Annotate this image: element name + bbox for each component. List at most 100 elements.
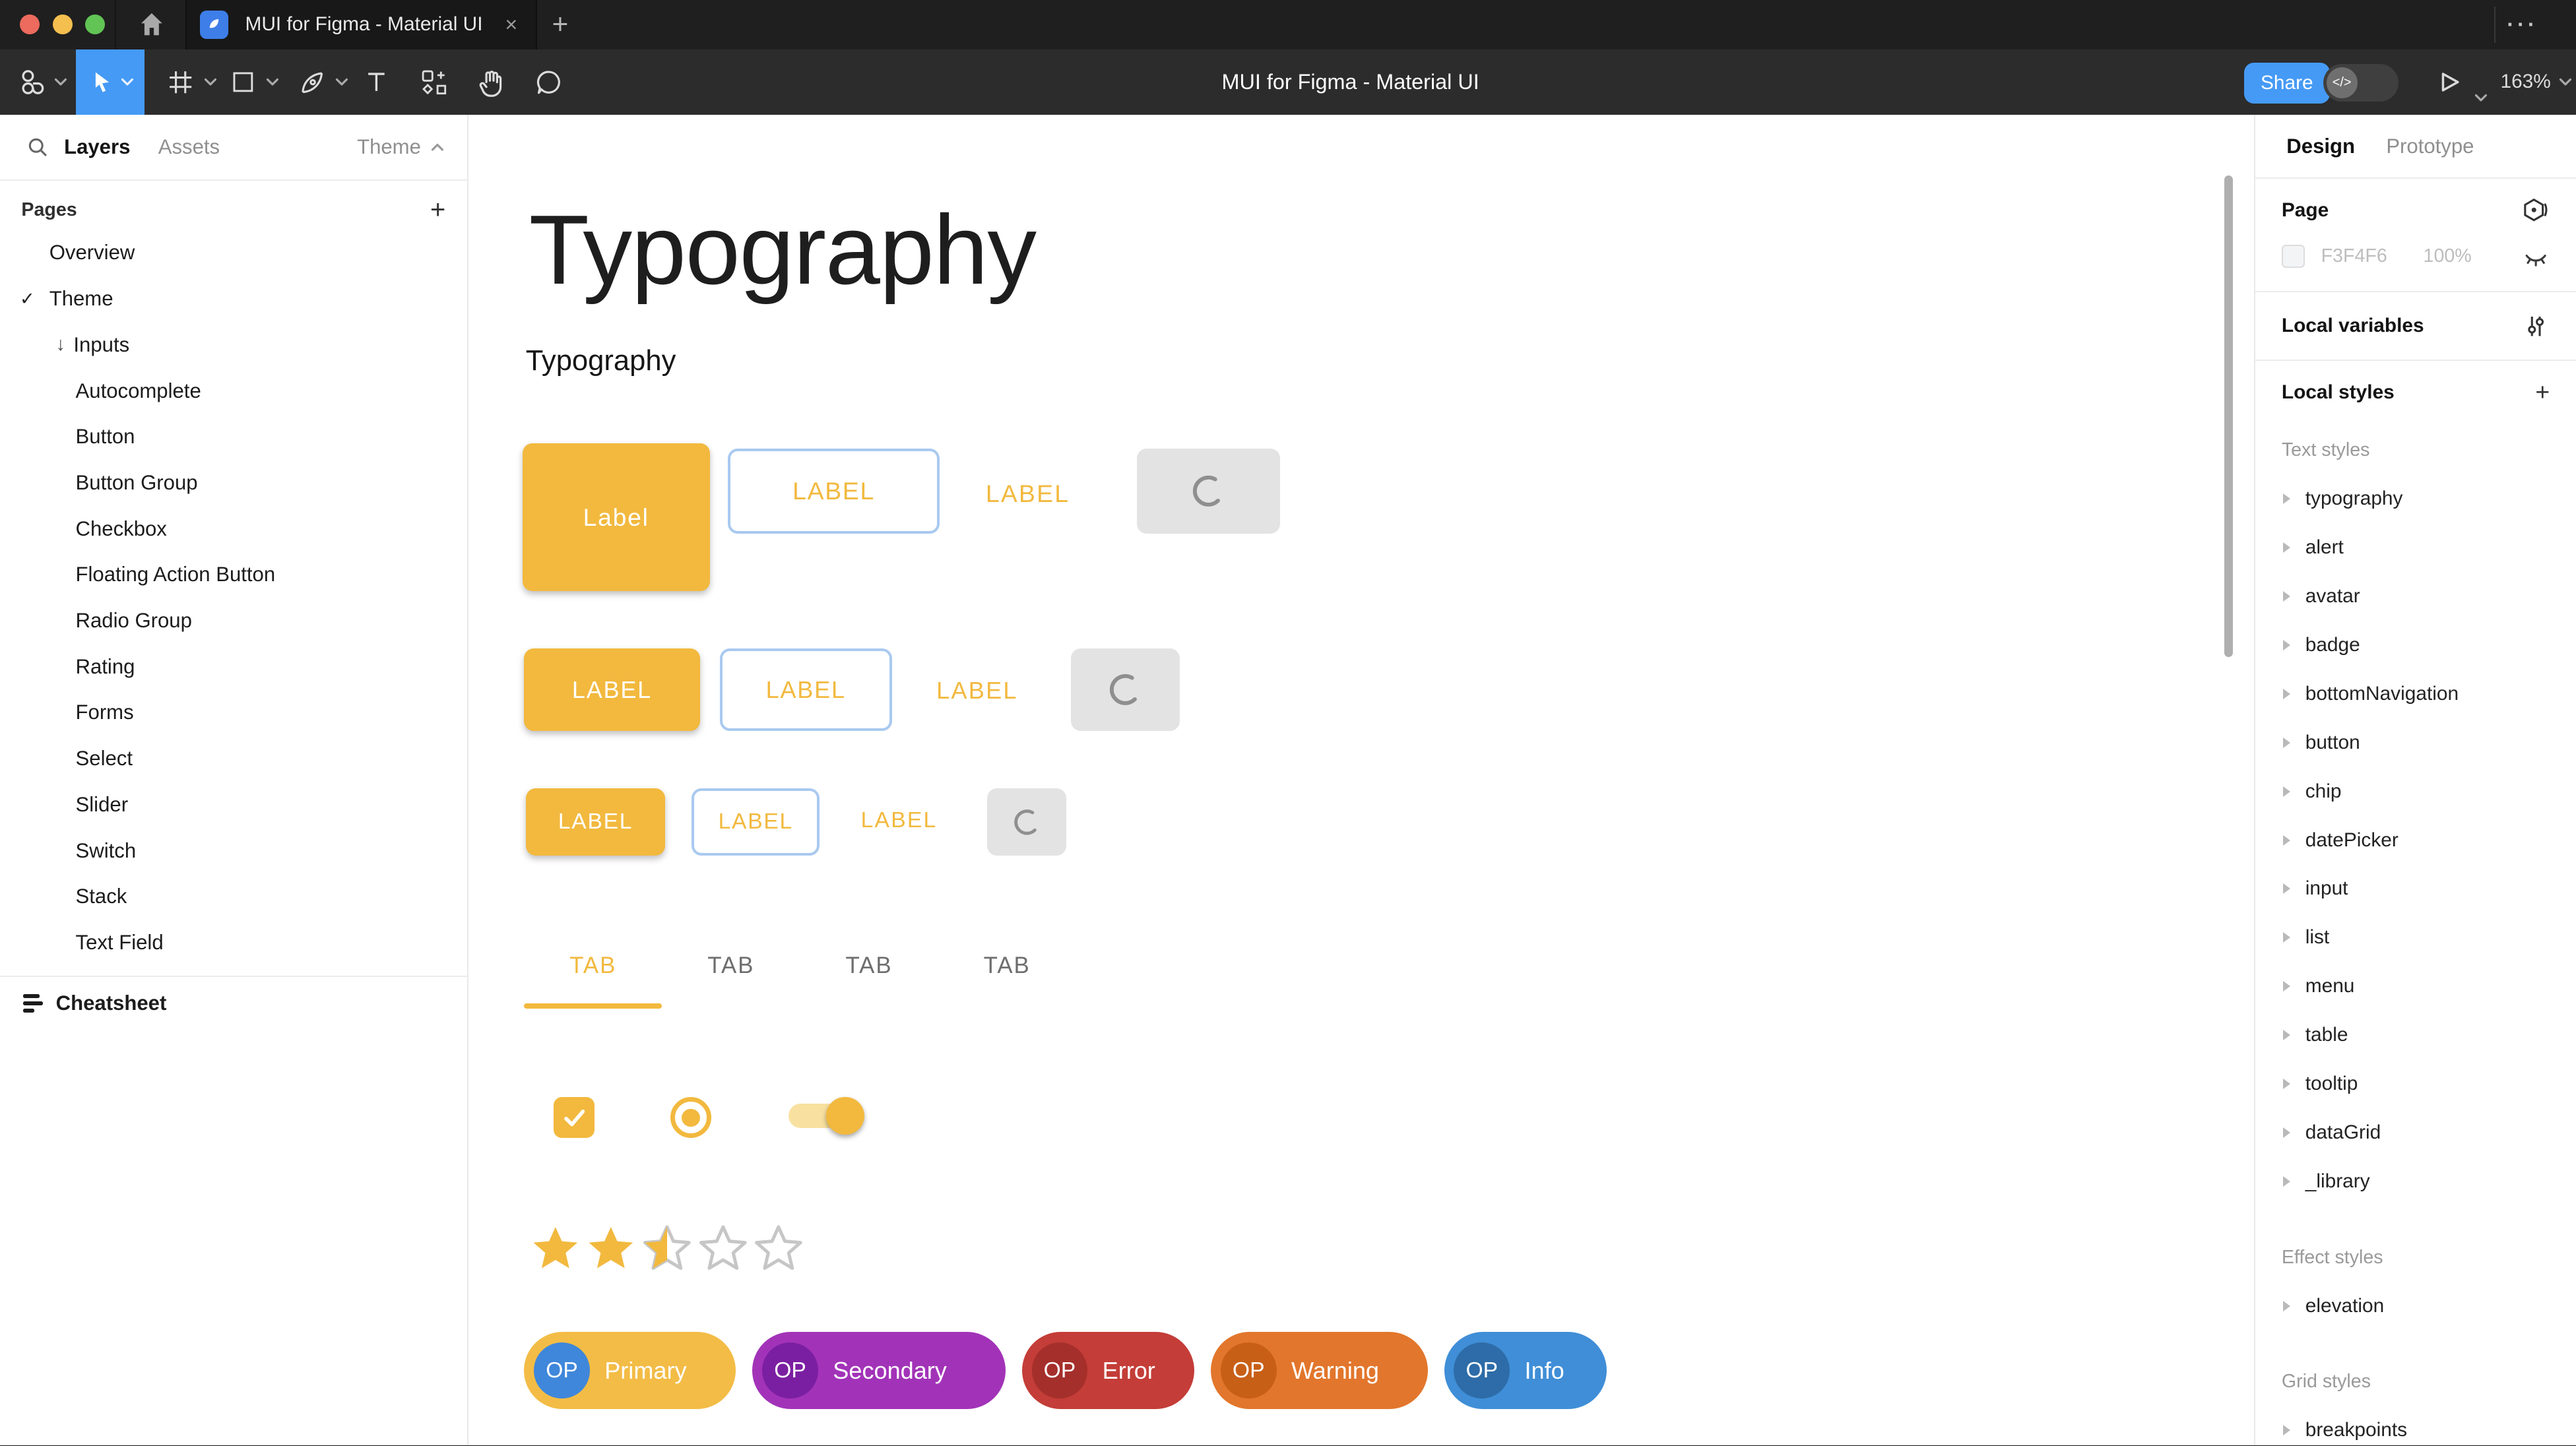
checkbox-checked[interactable] xyxy=(554,1097,595,1138)
star-empty-icon[interactable] xyxy=(752,1222,805,1274)
text-button-medium[interactable]: LABEL xyxy=(936,677,1018,705)
shape-tool-chevron[interactable] xyxy=(263,49,282,115)
variables-icon[interactable] xyxy=(2522,312,2550,340)
outlined-button-medium[interactable]: LABEL xyxy=(720,648,892,730)
expand-chevron-icon[interactable] xyxy=(2283,1176,2290,1187)
style-tooltip[interactable]: tooltip xyxy=(2255,1059,2576,1108)
text-button-large[interactable]: LABEL xyxy=(986,480,1070,508)
style-breakpoints[interactable]: breakpoints xyxy=(2255,1406,2576,1445)
expand-chevron-icon[interactable] xyxy=(2283,981,2290,991)
text-button-small[interactable]: LABEL xyxy=(861,808,938,833)
tab-prototype[interactable]: Prototype xyxy=(2386,135,2474,158)
style-input[interactable]: input xyxy=(2255,864,2576,913)
present-chevron[interactable] xyxy=(2474,79,2488,109)
canvas-scrollbar[interactable] xyxy=(2224,175,2232,657)
traffic-light-minimize[interactable] xyxy=(53,15,73,34)
sidebar-item-button-group[interactable]: Button Group xyxy=(0,460,467,506)
style-bottomnavigation[interactable]: bottomNavigation xyxy=(2255,670,2576,718)
sidebar-item-cheatsheet[interactable]: Cheatsheet xyxy=(0,980,467,1026)
sidebar-item-autocomplete[interactable]: Autocomplete xyxy=(0,368,467,414)
sidebar-item-slider[interactable]: Slider xyxy=(0,782,467,828)
present-button[interactable] xyxy=(2438,71,2461,94)
page-picker[interactable]: Theme xyxy=(357,135,444,159)
move-tool-chevron[interactable] xyxy=(121,78,134,86)
expand-chevron-icon[interactable] xyxy=(2283,1079,2290,1089)
expand-chevron-icon[interactable] xyxy=(2283,640,2290,650)
expand-chevron-icon[interactable] xyxy=(2283,493,2290,504)
resources-tool-button[interactable] xyxy=(412,49,455,115)
style-typography[interactable]: typography xyxy=(2255,474,2576,523)
sidebar-item-inputs[interactable]: ↓Inputs xyxy=(0,322,467,368)
sidebar-item-checkbox[interactable]: Checkbox xyxy=(0,506,467,552)
contained-button-large[interactable]: Label xyxy=(523,443,710,591)
local-variables-row[interactable]: Local variables xyxy=(2255,292,2576,362)
tab-layers[interactable]: Layers xyxy=(64,135,130,159)
style-chip[interactable]: chip xyxy=(2255,767,2576,816)
style-datepicker[interactable]: datePicker xyxy=(2255,816,2576,865)
expand-chevron-icon[interactable] xyxy=(2283,932,2290,943)
search-icon[interactable] xyxy=(26,136,49,159)
radio-selected[interactable] xyxy=(670,1097,711,1138)
style-button[interactable]: button xyxy=(2255,718,2576,767)
style-avatar[interactable]: avatar xyxy=(2255,572,2576,621)
main-menu-chevron[interactable] xyxy=(51,49,71,115)
tab-design[interactable]: Design xyxy=(2286,135,2355,158)
star-empty-icon[interactable] xyxy=(697,1222,750,1274)
hand-tool-button[interactable] xyxy=(470,49,513,115)
expand-chevron-icon[interactable] xyxy=(2283,542,2290,553)
share-button[interactable]: Share xyxy=(2244,63,2329,104)
style-library[interactable]: _library xyxy=(2255,1157,2576,1206)
sidebar-item-floating-action-button[interactable]: Floating Action Button xyxy=(0,551,467,598)
sidebar-item-button[interactable]: Button xyxy=(0,414,467,460)
expand-chevron-icon[interactable] xyxy=(2283,738,2290,748)
canvas-tab-3[interactable]: TAB xyxy=(800,929,938,1002)
sidebar-item-radio-group[interactable]: Radio Group xyxy=(0,598,467,644)
styles-icon[interactable] xyxy=(2520,197,2550,224)
style-badge[interactable]: badge xyxy=(2255,621,2576,670)
sidebar-item-rating[interactable]: Rating xyxy=(0,644,467,690)
new-tab-button[interactable]: + xyxy=(539,0,582,49)
style-list[interactable]: list xyxy=(2255,913,2576,962)
tab-close-icon[interactable]: × xyxy=(499,13,523,37)
switch-knob[interactable] xyxy=(826,1097,864,1135)
add-page-button[interactable]: + xyxy=(430,195,445,225)
canvas-tab-4[interactable]: TAB xyxy=(938,929,1076,1002)
expand-chevron-icon[interactable] xyxy=(2283,1425,2290,1435)
style-elevation[interactable]: elevation xyxy=(2255,1282,2576,1331)
loading-button-medium[interactable] xyxy=(1071,648,1179,730)
star-half-icon[interactable] xyxy=(641,1222,693,1274)
add-style-button[interactable]: + xyxy=(2535,378,2550,406)
zoom-menu[interactable]: 163% xyxy=(2500,49,2572,115)
loading-button-large[interactable] xyxy=(1137,449,1280,534)
expand-chevron-icon[interactable] xyxy=(2283,591,2290,602)
chip-info[interactable]: OPInfo xyxy=(1444,1332,1607,1409)
document-tab[interactable]: MUI for Figma - Material UI × xyxy=(185,0,537,49)
traffic-light-close[interactable] xyxy=(20,15,40,34)
canvas-tab-2[interactable]: TAB xyxy=(662,929,800,1002)
shape-tool-button[interactable] xyxy=(222,49,265,115)
pen-tool-chevron[interactable] xyxy=(332,49,352,115)
outlined-button-large[interactable]: LABEL xyxy=(728,449,940,534)
style-datagrid[interactable]: dataGrid xyxy=(2255,1108,2576,1157)
canvas[interactable]: Typography Typography Label LABEL LABEL … xyxy=(468,115,2254,1445)
tab-assets[interactable]: Assets xyxy=(158,135,220,159)
text-tool-button[interactable] xyxy=(355,49,398,115)
star-filled-icon[interactable] xyxy=(529,1222,582,1274)
expand-chevron-icon[interactable] xyxy=(2283,883,2290,894)
style-alert[interactable]: alert xyxy=(2255,523,2576,572)
comment-tool-button[interactable] xyxy=(527,49,570,115)
style-menu[interactable]: menu xyxy=(2255,962,2576,1011)
sidebar-item-forms[interactable]: Forms xyxy=(0,690,467,736)
contained-button-small[interactable]: LABEL xyxy=(526,788,666,856)
sidebar-item-stack[interactable]: Stack xyxy=(0,873,467,920)
page-fill-swatch[interactable] xyxy=(2282,245,2305,268)
sidebar-item-overview[interactable]: Overview xyxy=(0,230,467,276)
home-button[interactable] xyxy=(115,0,187,49)
canvas-tab-1[interactable]: TAB xyxy=(524,929,662,1002)
sidebar-item-theme[interactable]: ✓Theme xyxy=(0,276,467,322)
frame-tool-button[interactable] xyxy=(160,49,203,115)
frame-tool-chevron[interactable] xyxy=(201,49,220,115)
loading-button-small[interactable] xyxy=(987,788,1066,856)
traffic-light-zoom[interactable] xyxy=(85,15,105,34)
chip-error[interactable]: OPError xyxy=(1022,1332,1194,1409)
